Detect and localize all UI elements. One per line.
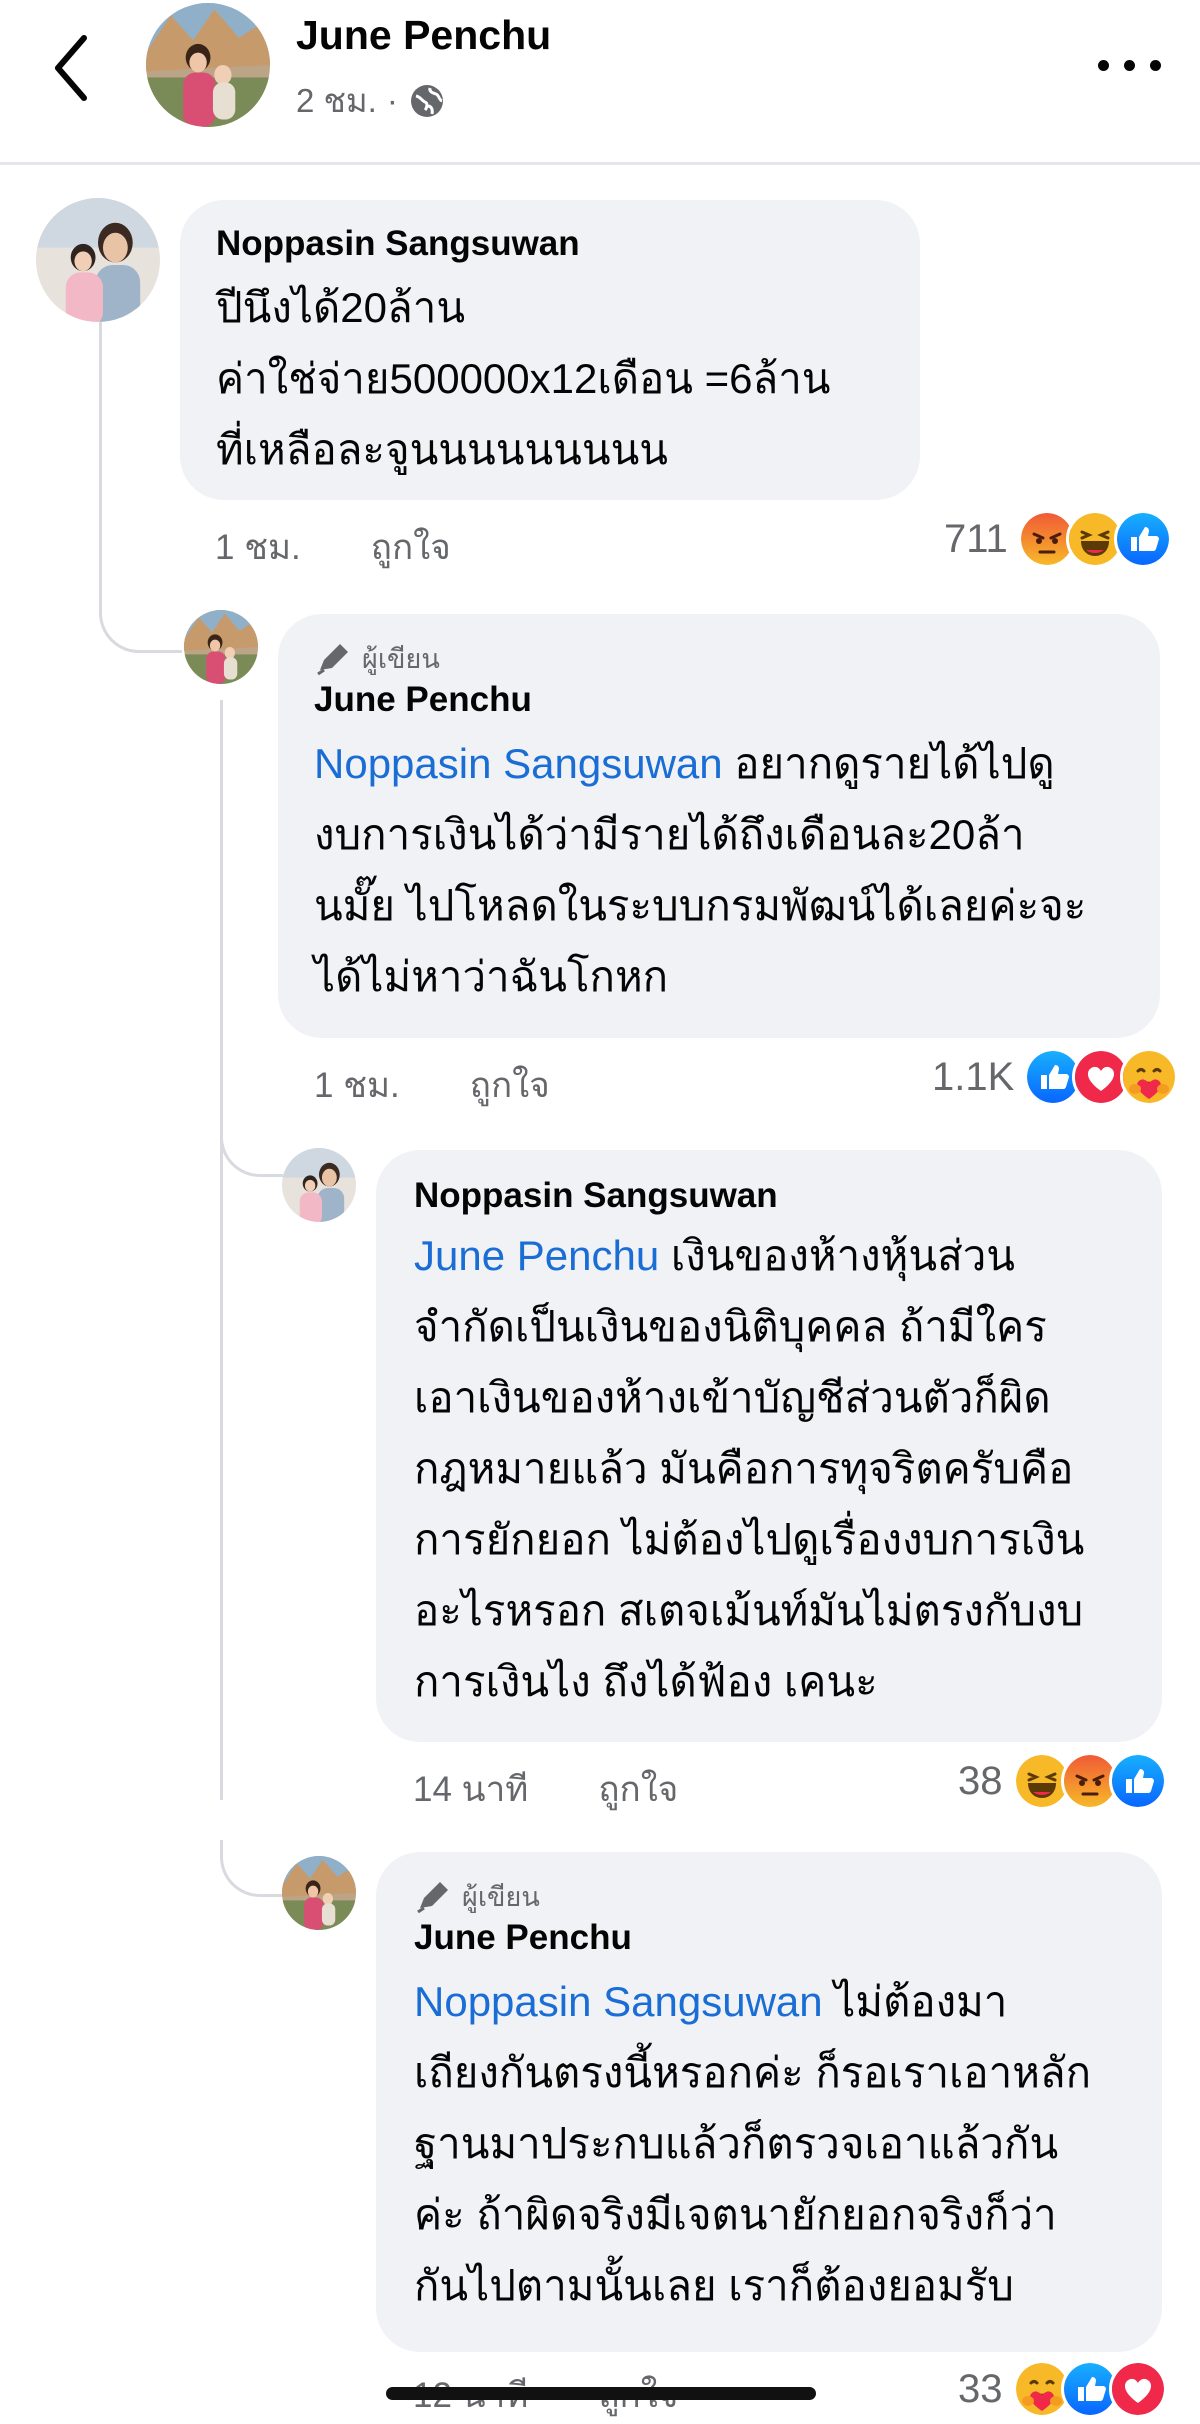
comment-line: เถียงกันตรงนี้หรอกค่ะ ก็รอเราเอาหลัก [414,2049,1092,2096]
comment-line: กฎหมายแล้ว มันคือการทุจริตครับคือ [414,1445,1074,1492]
comment-bubble: Noppasin Sangsuwan June Penchu เงินของห้… [376,1150,1162,1742]
reaction-summary[interactable]: 38 [958,1752,1167,1810]
globe-icon [408,82,446,120]
thread-line [220,1120,283,1177]
comment-line: นมั๊ย ไปโหลดในระบบกรมพัฒน์ได้เลยค่ะจะ [314,882,1087,929]
comment-time[interactable]: 1 ชม. [215,520,301,575]
post-time[interactable]: 2 ชม. [296,74,377,127]
post-author-name[interactable]: June Penchu [296,12,551,59]
like-button[interactable]: ถูกใจ [470,1058,550,1113]
like-button[interactable]: ถูกใจ [371,520,451,575]
comment-line: การยักยอก ไม่ต้องไปดูเรื่องงบการเงิน [414,1516,1085,1563]
comment-text: June Penchu เงินของห้างหุ้นส่วน จำกัดเป็… [414,1220,1124,1717]
comment-line: การเงินไง ถึงได้ฟ้อง เคนะ [414,1658,878,1705]
comment-bubble: ผู้เขียน June Penchu Noppasin Sangsuwan … [278,614,1160,1038]
comment-line: Noppasin Sangsuwan ไม่ต้องมา [414,1966,1124,2037]
avatar[interactable] [146,3,270,127]
care-icon [1120,1048,1179,1106]
post-header: June Penchu 2 ชม. · [0,0,1200,165]
more-horizontal-icon[interactable] [1094,50,1166,80]
comment-author[interactable]: June Penchu [414,1916,1124,1960]
reaction-count: 711 [944,516,1008,561]
comment-text: Noppasin Sangsuwan ไม่ต้องมา เถียงกันตรง… [414,1966,1124,2321]
thread-line [99,596,182,653]
avatar[interactable] [36,198,160,322]
avatar[interactable] [184,610,258,684]
comment-line: อะไรหรอก สเตจเม้นท์มันไม่ตรงกับงบ [414,1587,1084,1634]
thread-line [220,1840,283,1897]
mention-link[interactable]: June Penchu [414,1232,659,1279]
thread-line [99,320,102,610]
separator: · [386,81,398,119]
comment-line: จำกัดเป็นเงินของนิติบุคคล ถ้ามีใคร [414,1303,1047,1350]
thread-line [220,700,223,1800]
comment-line-rest: เงินของห้างหุ้นส่วน [659,1232,1015,1279]
reaction-summary[interactable]: 33 [958,2360,1167,2418]
avatar[interactable] [282,1148,356,1222]
comment-actions: 1 ชม. ถูกใจ [215,520,451,575]
chevron-left-icon[interactable] [44,28,100,108]
reaction-count: 38 [958,1758,1003,1803]
comment-time[interactable]: 1 ชม. [314,1058,400,1113]
comment-line: Noppasin Sangsuwan อยากดูรายได้ไปดู [314,728,1124,799]
comment-text: ปีนึงได้20ล้าน ค่าใช่จ่าย500000x12เดือน … [216,272,884,485]
mention-link[interactable]: Noppasin Sangsuwan [314,740,723,787]
comment-author[interactable]: June Penchu [314,678,1124,722]
comment-text: Noppasin Sangsuwan อยากดูรายได้ไปดู งบกา… [314,728,1124,1012]
comment-line: ปีนึงได้20ล้าน [216,284,466,331]
like-icon [1108,1752,1167,1810]
comment-actions: 1 ชม. ถูกใจ [314,1058,550,1113]
comment-line-rest: อยากดูรายได้ไปดู [722,740,1055,787]
love-icon [1108,2360,1167,2418]
comment-line: งบการเงินได้ว่ามีรายได้ถึงเดือนละ20ล้า [314,811,1025,858]
mention-link[interactable]: Noppasin Sangsuwan [414,1978,823,2025]
reaction-summary[interactable]: 1.1K [932,1048,1179,1106]
like-button[interactable]: ถูกใจ [598,1762,678,1817]
comment-line: ฐานมาประกบแล้วก็ตรวจเอาแล้วกัน [414,2120,1059,2167]
comment-line: กันไปตามนั้นเลย เราก็ต้องยอมรับ [414,2262,1014,2309]
author-badge-label: ผู้เขียน [362,643,440,674]
comment-line: June Penchu เงินของห้างหุ้นส่วน [414,1220,1124,1291]
author-badge: ผู้เขียน [414,1876,1124,1916]
home-indicator[interactable] [386,2387,816,2400]
comment-line: ที่เหลือละจูนนนนนนนนน [216,426,668,473]
avatar[interactable] [282,1856,356,1930]
comment-author[interactable]: Noppasin Sangsuwan [414,1174,1124,1218]
comment-bubble: ผู้เขียน June Penchu Noppasin Sangsuwan … [376,1852,1162,2352]
author-badge-label: ผู้เขียน [462,1881,540,1912]
reaction-count: 1.1K [932,1054,1015,1099]
comment-actions: 14 นาที ถูกใจ [413,1762,678,1817]
comment-bubble: Noppasin Sangsuwan ปีนึงได้20ล้าน ค่าใช่… [180,200,920,500]
pen-icon [317,644,348,676]
pen-icon [417,1882,448,1914]
comment-line: ค่าใช่จ่าย500000x12เดือน =6ล้าน [216,355,831,402]
like-icon [1113,510,1172,568]
reaction-summary[interactable]: 711 [944,510,1172,568]
reaction-count: 33 [958,2366,1003,2411]
comment-line: เอาเงินของห้างเข้าบัญชีส่วนตัวก็ผิด [414,1374,1051,1421]
comment-line: ค่ะ ถ้าผิดจริงมีเจตนายักยอกจริงก็ว่า [414,2191,1057,2238]
comment-line: ได้ไม่หาว่าฉันโกหก [314,953,669,1000]
comment-time[interactable]: 14 นาที [413,1762,528,1817]
author-badge: ผู้เขียน [314,638,1124,678]
comment-author[interactable]: Noppasin Sangsuwan [216,222,884,266]
post-meta: 2 ชม. · [296,74,446,127]
comment-line-rest: ไม่ต้องมา [822,1978,1008,2025]
